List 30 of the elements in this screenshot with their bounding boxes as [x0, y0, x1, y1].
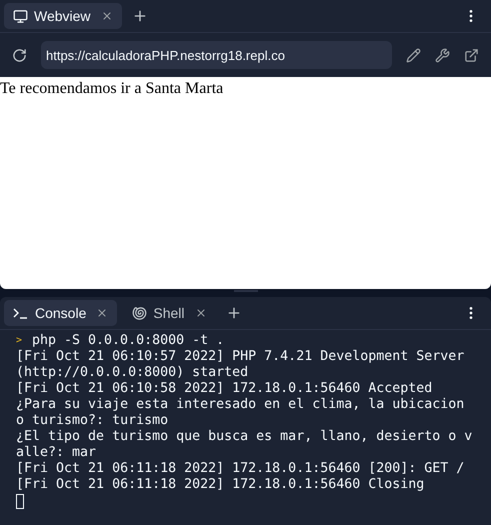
resize-handle[interactable] [234, 290, 258, 292]
close-icon[interactable] [194, 307, 207, 319]
console-line: [Fri Oct 21 06:11:18 2022] 172.18.0.1:56460 [200]: GET / [16, 461, 466, 477]
cursor [16, 494, 24, 509]
shell-icon [132, 306, 148, 320]
console-line: [Fri Oct 21 06:11:18 2022] 172.18.0.1:56460 Closing [16, 477, 426, 493]
page-text: Te recomendamos ir a Santa Marta [0, 80, 224, 97]
tab[interactable]: Webview [4, 3, 122, 29]
add-tab-icon[interactable] [132, 8, 148, 24]
pencil-icon[interactable] [406, 48, 421, 62]
monitor-icon [13, 8, 28, 24]
external-link-icon[interactable] [464, 48, 479, 62]
console-line: alle?: mar [16, 445, 98, 461]
add-tab-icon[interactable] [226, 305, 242, 321]
tab[interactable]: Console [4, 300, 118, 326]
console-line: ¿Para su viaje esta interesado en el clima, la ubicacion [16, 397, 466, 413]
url-field[interactable]: https://calculadoraPHP.nestorrg18.repl.co [41, 41, 392, 69]
close-icon[interactable] [96, 307, 108, 319]
wrench-icon[interactable] [435, 48, 450, 62]
console-line: ¿El tipo de turismo que busca es mar, llano, desierto o v [16, 429, 474, 445]
console-line: [Fri Oct 21 06:10:58 2022] 172.18.0.1:56460 Accepted [16, 381, 434, 397]
prompt-marker: > [16, 334, 24, 348]
close-icon[interactable] [100, 10, 113, 22]
console-line: [Fri Oct 21 06:10:57 2022] PHP 7.4.21 Development Server [16, 349, 466, 365]
command-text: php -S 0.0.0.0:8000 -t . [32, 333, 224, 349]
reload-icon[interactable] [12, 48, 27, 62]
terminal-prompt-icon [13, 307, 29, 319]
tab[interactable]: Shell [123, 300, 216, 326]
console-line: (http://0.0.0.0:8000) started [16, 365, 250, 381]
console-line: o turismo?: turismo [16, 413, 170, 429]
